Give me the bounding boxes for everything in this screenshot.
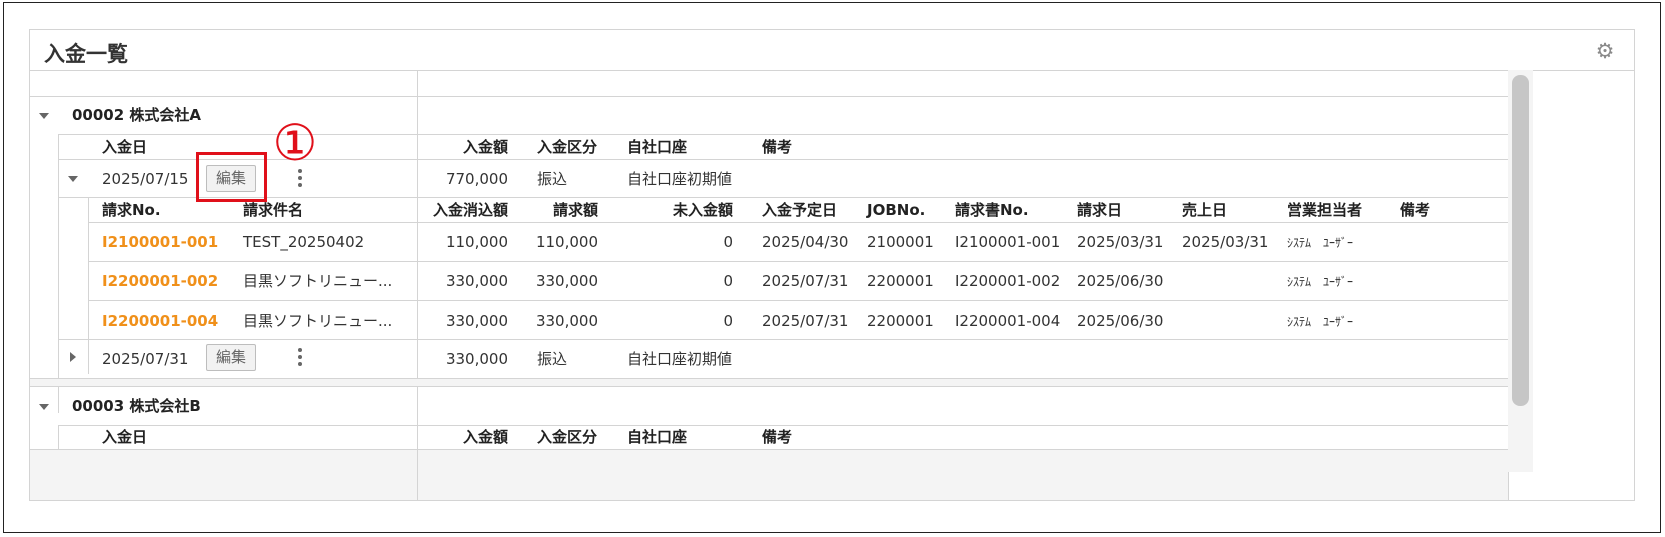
caret-down-icon[interactable]: [68, 176, 78, 182]
detail-name: 目黒ソフトリニュー...: [243, 272, 393, 290]
grid-footer: [30, 450, 1508, 500]
detail-cleared: 330,000: [445, 272, 508, 290]
payment-list-panel: 入金一覧 ⚙ 00002 株式会社A 入金日 入金額 入金区分 自社口座 備考 …: [29, 29, 1635, 501]
column-header-date: 入金日: [102, 428, 148, 446]
invoice-link[interactable]: I2100001-001: [102, 235, 218, 250]
detail-cleared: 110,000: [445, 233, 508, 251]
detail-planned: 2025/07/31: [762, 312, 849, 330]
detail-job: 2200001: [867, 312, 934, 330]
detail-name: 目黒ソフトリニュー...: [243, 312, 393, 330]
invoice-link[interactable]: I2200001-002: [102, 274, 218, 289]
detail-billed: 330,000: [535, 272, 598, 290]
grid-divider: [88, 222, 1508, 223]
caret-down-icon[interactable]: [39, 404, 49, 410]
grid-divider: [58, 197, 1508, 198]
detail-staff: ｼｽﾃﾑ ﾕｰｻﾞｰ: [1287, 236, 1354, 250]
caret-down-icon[interactable]: [39, 113, 49, 119]
detail-header-name: 請求件名: [243, 201, 304, 219]
kebab-menu-icon[interactable]: [298, 348, 302, 369]
detail-planned: 2025/07/31: [762, 272, 849, 290]
payment-date: 2025/07/31: [102, 350, 189, 368]
column-header-date: 入金日: [102, 138, 148, 156]
payment-date: 2025/07/15: [102, 170, 189, 188]
grid-divider: [88, 300, 1508, 301]
detail-bill-date: 2025/06/30: [1077, 312, 1164, 330]
grid-divider: [58, 425, 59, 449]
grid-divider: [58, 339, 1508, 340]
detail-header-staff: 営業担当者: [1287, 201, 1363, 219]
detail-invoice: I2200001-002: [955, 272, 1061, 290]
detail-cleared: 330,000: [445, 312, 508, 330]
detail-header-planned: 入金予定日: [762, 201, 838, 219]
panel-title: 入金一覧: [44, 42, 128, 66]
detail-header-bill-date: 請求日: [1077, 201, 1123, 219]
column-header-account: 自社口座: [627, 428, 688, 446]
detail-sales-date: 2025/03/31: [1182, 233, 1269, 251]
payment-account: 自社口座初期値: [627, 350, 733, 368]
grid-divider: [30, 386, 1508, 387]
detail-billed: 330,000: [535, 312, 598, 330]
column-header-note: 備考: [762, 138, 793, 156]
detail-header-sales-date: 売上日: [1182, 201, 1228, 219]
detail-staff: ｼｽﾃﾑ ﾕｰｻﾞｰ: [1287, 275, 1354, 289]
detail-header-job: JOBNo.: [867, 201, 926, 219]
payment-type: 振込: [537, 170, 568, 188]
detail-header-no: 請求No.: [102, 201, 161, 219]
column-header-amount: 入金額: [462, 428, 508, 446]
grid-divider: [58, 425, 1508, 426]
detail-header-unpaid: 未入金額: [672, 201, 733, 219]
grid-divider: [58, 134, 59, 413]
group-header-a: 00002 株式会社A: [72, 106, 202, 124]
detail-unpaid: 0: [723, 272, 733, 290]
annotation-number: ①: [272, 114, 318, 172]
grid-divider: [417, 450, 418, 500]
payment-amount: 770,000: [445, 170, 508, 188]
detail-invoice: I2200001-004: [955, 312, 1061, 330]
group-separator: [30, 379, 1508, 386]
payment-type: 振込: [537, 350, 568, 368]
detail-bill-date: 2025/03/31: [1077, 233, 1164, 251]
detail-planned: 2025/04/30: [762, 233, 849, 251]
detail-name: TEST_20250402: [243, 233, 365, 251]
column-header-note: 備考: [762, 428, 793, 446]
detail-billed: 110,000: [535, 233, 598, 251]
detail-header-note: 備考: [1400, 201, 1431, 219]
detail-job: 2100001: [867, 233, 934, 251]
detail-header-cleared: 入金消込額: [432, 201, 508, 219]
detail-header-billed: 請求額: [552, 201, 598, 219]
payment-amount: 330,000: [445, 350, 508, 368]
column-splitter[interactable]: [417, 71, 418, 500]
column-header-amount: 入金額: [462, 138, 508, 156]
vertical-scrollbar-thumb[interactable]: [1512, 75, 1529, 406]
column-header-type: 入金区分: [537, 428, 598, 446]
gear-icon[interactable]: ⚙: [1594, 40, 1616, 62]
grid-divider: [88, 197, 89, 374]
caret-right-icon[interactable]: [70, 352, 76, 362]
detail-bill-date: 2025/06/30: [1077, 272, 1164, 290]
column-header-type: 入金区分: [537, 138, 598, 156]
invoice-link[interactable]: I2200001-004: [102, 314, 218, 329]
grid-divider: [88, 261, 1508, 262]
detail-staff: ｼｽﾃﾑ ﾕｰｻﾞｰ: [1287, 315, 1354, 329]
detail-header-invoice: 請求書No.: [955, 201, 1029, 219]
edit-button[interactable]: 編集: [206, 344, 256, 371]
group-header-b: 00003 株式会社B: [72, 397, 201, 415]
detail-invoice: I2100001-001: [955, 233, 1061, 251]
grid-divider: [30, 96, 1508, 97]
column-header-account: 自社口座: [627, 138, 688, 156]
detail-unpaid: 0: [723, 233, 733, 251]
detail-job: 2200001: [867, 272, 934, 290]
detail-unpaid: 0: [723, 312, 733, 330]
annotation-highlight-box: [196, 152, 267, 202]
payment-account: 自社口座初期値: [627, 170, 733, 188]
